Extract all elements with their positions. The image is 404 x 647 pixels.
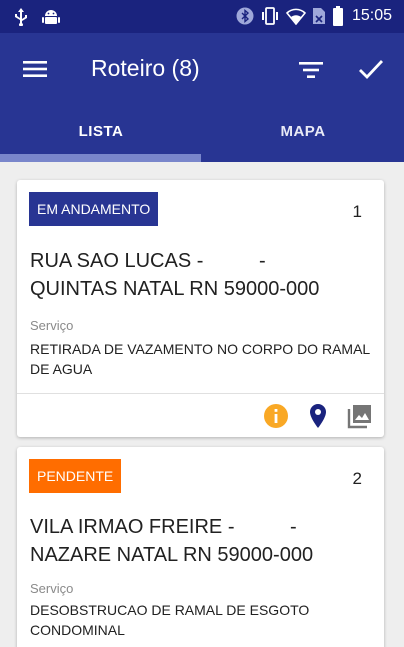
app-bar: Roteiro (8) <box>0 33 404 105</box>
address-line-2: QUINTAS NATAL RN 59000-000 <box>30 278 320 300</box>
card-actions <box>17 394 384 437</box>
status-badge: PENDENTE <box>29 459 122 493</box>
android-icon <box>42 10 60 24</box>
menu-icon[interactable] <box>22 56 48 82</box>
address-line-2: NAZARE NATAL RN 59000-000 <box>30 544 314 566</box>
photo-icon[interactable] <box>347 403 373 429</box>
tab-indicator <box>0 154 201 162</box>
address-line-1: VILA IRMAO FREIRE - - <box>30 516 297 538</box>
info-icon[interactable] <box>263 403 289 429</box>
battery-icon <box>332 6 343 26</box>
service-description: DESOBSTRUCAO DE RAMAL DE ESGOTO CONDOMIN… <box>30 602 310 638</box>
address-line-1: RUA SAO LUCAS - - <box>30 250 266 272</box>
card-number: 1 <box>352 202 362 221</box>
card-number: 2 <box>352 469 362 488</box>
clock: 15:05 <box>351 7 392 24</box>
status-badge: EM ANDAMENTO <box>29 192 159 226</box>
usb-icon <box>15 8 27 26</box>
wifi-icon <box>285 8 306 25</box>
status-bar: 15:05 <box>0 0 404 33</box>
tab-mapa[interactable]: MAPA <box>202 105 404 162</box>
filter-icon[interactable] <box>297 56 325 84</box>
service-description: RETIRADA DE VAZAMENTO NO CORPO DO RAMAL … <box>30 341 370 377</box>
no-sim-icon <box>312 8 325 24</box>
address: RUA SAO LUCAS - - QUINTAS NATAL RN 59000… <box>30 247 370 303</box>
page-title: Roteiro (8) <box>91 55 200 81</box>
route-card-2[interactable]: PENDENTE 2 VILA IRMAO FREIRE - - NAZARE … <box>17 447 384 647</box>
check-icon[interactable] <box>357 55 385 83</box>
bluetooth-icon <box>236 7 254 25</box>
location-pin-icon[interactable] <box>305 403 331 429</box>
service-label: Serviço <box>30 581 74 596</box>
route-card-1[interactable]: EM ANDAMENTO 1 RUA SAO LUCAS - - QUINTAS… <box>17 180 384 437</box>
vibrate-icon <box>261 7 278 25</box>
service-label: Serviço <box>30 318 74 333</box>
address: VILA IRMAO FREIRE - - NAZARE NATAL RN 59… <box>30 513 370 569</box>
